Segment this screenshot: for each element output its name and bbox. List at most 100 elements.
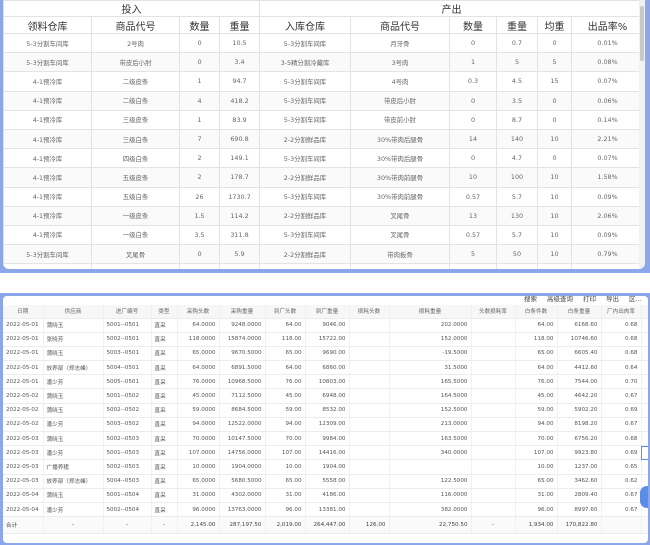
table-cell: 65.00 xyxy=(265,346,306,362)
column-header[interactable]: 头数损耗率 xyxy=(471,305,516,319)
table-cell: 5005--0501 xyxy=(103,374,152,390)
column-header[interactable]: 日期 xyxy=(3,305,44,319)
table-cell: 30%带肉后腿骨 xyxy=(350,148,450,169)
table-row[interactable]: 2022-05-02 蒲晓玉 5001--0502 直采 45.0000 7112.500… xyxy=(3,388,648,404)
table-row[interactable]: 4-1预冷库 一级白条 3.5 311.8 5-3分割车间库 叉尾骨 0.57 5.7 10 0.… xyxy=(3,224,644,246)
toolbar-button[interactable]: 高级查询 xyxy=(547,296,573,303)
column-header[interactable]: 白条件数 xyxy=(515,305,558,319)
column-header[interactable]: 商品代号 xyxy=(350,16,450,34)
table-cell: 5003--0501 xyxy=(103,346,152,362)
table-cell: 5-3分割车间库 xyxy=(259,263,351,269)
table-cell: 65.00 xyxy=(515,474,558,489)
table-row[interactable]: 2022-05-03 蒲晓玉 5002--0503 直采 70.0000 10147.50… xyxy=(3,431,648,447)
table-cell: 5002--0504 xyxy=(103,502,152,518)
column-header[interactable]: 数量 xyxy=(179,16,220,34)
column-header[interactable]: 到厂头数 xyxy=(265,305,306,319)
table-cell: 0.68 xyxy=(601,332,642,347)
table-row[interactable]: 2022-05-04 蒲晓玉 5001--0504 直采 31.0000 4302.000… xyxy=(3,488,648,503)
table-row[interactable]: 2022-05-01 放养部（郑志峰） 5004--0501 直采 64.0000 689… xyxy=(3,360,648,376)
table-row[interactable]: 5-3分割车间库 2号肉 0 10.5 5-3分割车间库 月牙骨 0 0.7 0 0.01% xyxy=(3,32,644,54)
table-cell xyxy=(471,403,516,418)
table-cell: 6948.00 xyxy=(305,388,350,404)
table-cell: 65.00 xyxy=(265,474,306,489)
table-cell: 5-3分割车间库 xyxy=(3,32,92,54)
column-header[interactable]: 重量 xyxy=(496,16,538,34)
table-cell: 122.5000 xyxy=(389,474,472,489)
table-cell: 165.5000 xyxy=(389,374,472,390)
table-row[interactable]: 2022-05-01 蒲晓玉 5003--0501 直采 65.0000 9670.500… xyxy=(3,346,648,362)
table-cell: 1 xyxy=(179,109,220,130)
table-cell: 4-1预冷库 xyxy=(3,90,92,111)
table-row[interactable]: 2022-05-03 放养部（郑志峰） 5004--0503 直采 65.0000 568… xyxy=(3,474,648,489)
table-row[interactable]: 4-1预冷库 二级皮条 1 94.7 5-3分割车间库 4号肉 0.3 4.5 15 0.07% xyxy=(3,71,644,92)
table-cell: 64.00 xyxy=(265,360,306,376)
column-header[interactable]: 均重 xyxy=(537,16,572,34)
table-row[interactable]: 4-1预冷库 五级皮条 2 178.7 2-2分割鲜品库 30%带肉前腿骨 10 100 10 1… xyxy=(3,167,644,188)
table-row[interactable]: 2022-05-02 潘少芳 5003--0502 直采 94.0000 12522.00… xyxy=(3,417,648,433)
table-row[interactable]: 5-3分割车间库带肉板骨07.65-3分割车间库带肉板骨0.585.8100.0… xyxy=(3,263,644,269)
table-row[interactable]: 4-1预冷库 四级白条 2 149.1 5-3分割车间库 30%带肉后腿骨 0 4.7 0 0.0… xyxy=(3,148,644,169)
column-header[interactable]: 到厂重量 xyxy=(305,305,350,319)
scrollbar-thumb[interactable] xyxy=(640,6,644,61)
table-cell: 0.58 xyxy=(449,263,497,269)
table-row[interactable]: 2022-05-01 张晓芳 5002--0501 直采 118.0000 15874.0… xyxy=(3,332,648,347)
vertical-scrollbar[interactable] xyxy=(639,0,645,269)
table-row[interactable]: 4-1预冷库 三级白条 7 690.8 2-2分割鲜品库 30%带肉后腿骨 14 140 10 2… xyxy=(3,128,644,150)
table-cell: 107.0000 xyxy=(177,445,220,461)
table-cell: 直采 xyxy=(151,502,178,518)
table-row[interactable]: 4-1预冷库 五级白条 26 1730.7 5-3分割车间库 30%带肉前腿骨 0.57 5.… xyxy=(3,186,644,207)
table-cell: 5680.5000 xyxy=(219,474,266,489)
floating-action-button[interactable] xyxy=(640,486,648,508)
table-cell: 1237.00 xyxy=(557,459,602,475)
table-cell: 直采 xyxy=(151,374,178,390)
column-header[interactable]: 入库仓库 xyxy=(259,16,351,34)
column-header[interactable]: 重量 xyxy=(219,16,260,34)
column-header[interactable]: 出品率% xyxy=(571,16,644,34)
table-cell: 1 xyxy=(179,71,220,92)
table-cell: 5-3分割车间库 xyxy=(3,52,92,73)
toolbar-button[interactable]: 打印 xyxy=(583,296,596,303)
column-header[interactable]: 进厂编号 xyxy=(103,305,152,319)
column-header[interactable]: 采购头数 xyxy=(177,305,220,319)
table-row[interactable]: 2022-05-04 潘少芳 5002--0504 直采 96.0000 13763.00… xyxy=(3,502,648,518)
table-row[interactable]: 4-1预冷库 二级白条 4 418.2 5-3分割车间库 带皮后小肘 0 3.5 0 0.06% xyxy=(3,90,644,111)
column-header[interactable]: 采购重量 xyxy=(219,305,266,319)
purchase-summary-panel: 搜索 高级查询 打印 导出 区… 日期 供应商 进厂编号 类型 采购头数 采购重量 到厂头数 到厂重量… xyxy=(0,293,650,545)
table-cell: 5-3分割车间库 xyxy=(259,71,351,92)
total-cell: 1,934.00 xyxy=(515,516,558,535)
table-row[interactable]: 2022-05-02 蒲晓玉 5002--0502 直采 59.0000 8684.500… xyxy=(3,403,648,418)
column-header[interactable]: 厂内出肉率 xyxy=(601,305,642,319)
table-cell: 直采 xyxy=(151,474,178,489)
table-row[interactable]: 5-3分割车间库 带皮后小肘 0 3.4 3-5精分割冷藏库 3号肉 1 5 5 0.08% xyxy=(3,52,644,73)
table-cell: 3.4 xyxy=(219,52,260,73)
table-cell: 6168.60 xyxy=(557,318,602,333)
table-cell: 0.07% xyxy=(571,148,644,169)
table-cell: 0.6 xyxy=(641,374,648,390)
column-header[interactable]: 白条重量 xyxy=(557,305,602,319)
table-row[interactable]: 4-1预冷库 三级皮条 1 83.9 5-3分割车间库 带皮前小肘 0 8.7 0 0.14% xyxy=(3,109,644,130)
column-header[interactable]: 供应商 xyxy=(43,305,104,319)
table-cell: 2-2分割鲜品库 xyxy=(259,205,351,226)
table-row[interactable]: 2022-05-01 蒲晓玉 5001--0501 直采 64.0000 9248.000… xyxy=(3,318,648,333)
table-row[interactable]: 4-1预冷库 一级皮条 1.5 114.2 2-2分割鲜品库 叉尾骨 13 130 10 2.06… xyxy=(3,205,644,226)
table-row[interactable]: 2022-05-03 广播养猪 5002--0503 直采 10.0000 1904.00… xyxy=(3,459,648,475)
column-header[interactable]: 领料仓库 xyxy=(3,16,92,34)
table-cell: 直采 xyxy=(151,431,178,447)
table-cell: 14756.0000 xyxy=(219,445,266,461)
column-header[interactable]: 损耗头数 xyxy=(349,305,390,319)
toolbar-button[interactable]: 导出 xyxy=(606,296,619,303)
column-header[interactable]: 损耗重量 xyxy=(389,305,472,319)
table-cell: 2.21% xyxy=(571,128,644,150)
table-row[interactable]: 2022-05-03 潘少芳 5001--0503 直采 107.0000 14756.0… xyxy=(3,445,648,461)
table-row[interactable]: 5-3分割车间库 叉尾骨 0 5.9 2-2分割鲜品库 带肉板骨 5 50 10 0.79% xyxy=(3,244,644,265)
table-cell: 0.09% xyxy=(571,263,644,269)
table-cell: 4642.20 xyxy=(557,388,602,404)
column-header[interactable]: 类型 xyxy=(151,305,178,319)
column-header[interactable]: 商品代号 xyxy=(91,16,180,34)
table-row[interactable]: 2022-05-01 潘少芳 5005--0501 直采 76.0000 10968.50… xyxy=(3,374,648,390)
toolbar-button[interactable]: 区… xyxy=(629,296,642,303)
toolbar-button[interactable]: 搜索 xyxy=(524,296,537,303)
table-cell: 蒲晓玉 xyxy=(43,431,104,447)
column-header[interactable]: 采购出肉率 xyxy=(641,305,648,319)
column-header[interactable]: 数量 xyxy=(449,16,497,34)
